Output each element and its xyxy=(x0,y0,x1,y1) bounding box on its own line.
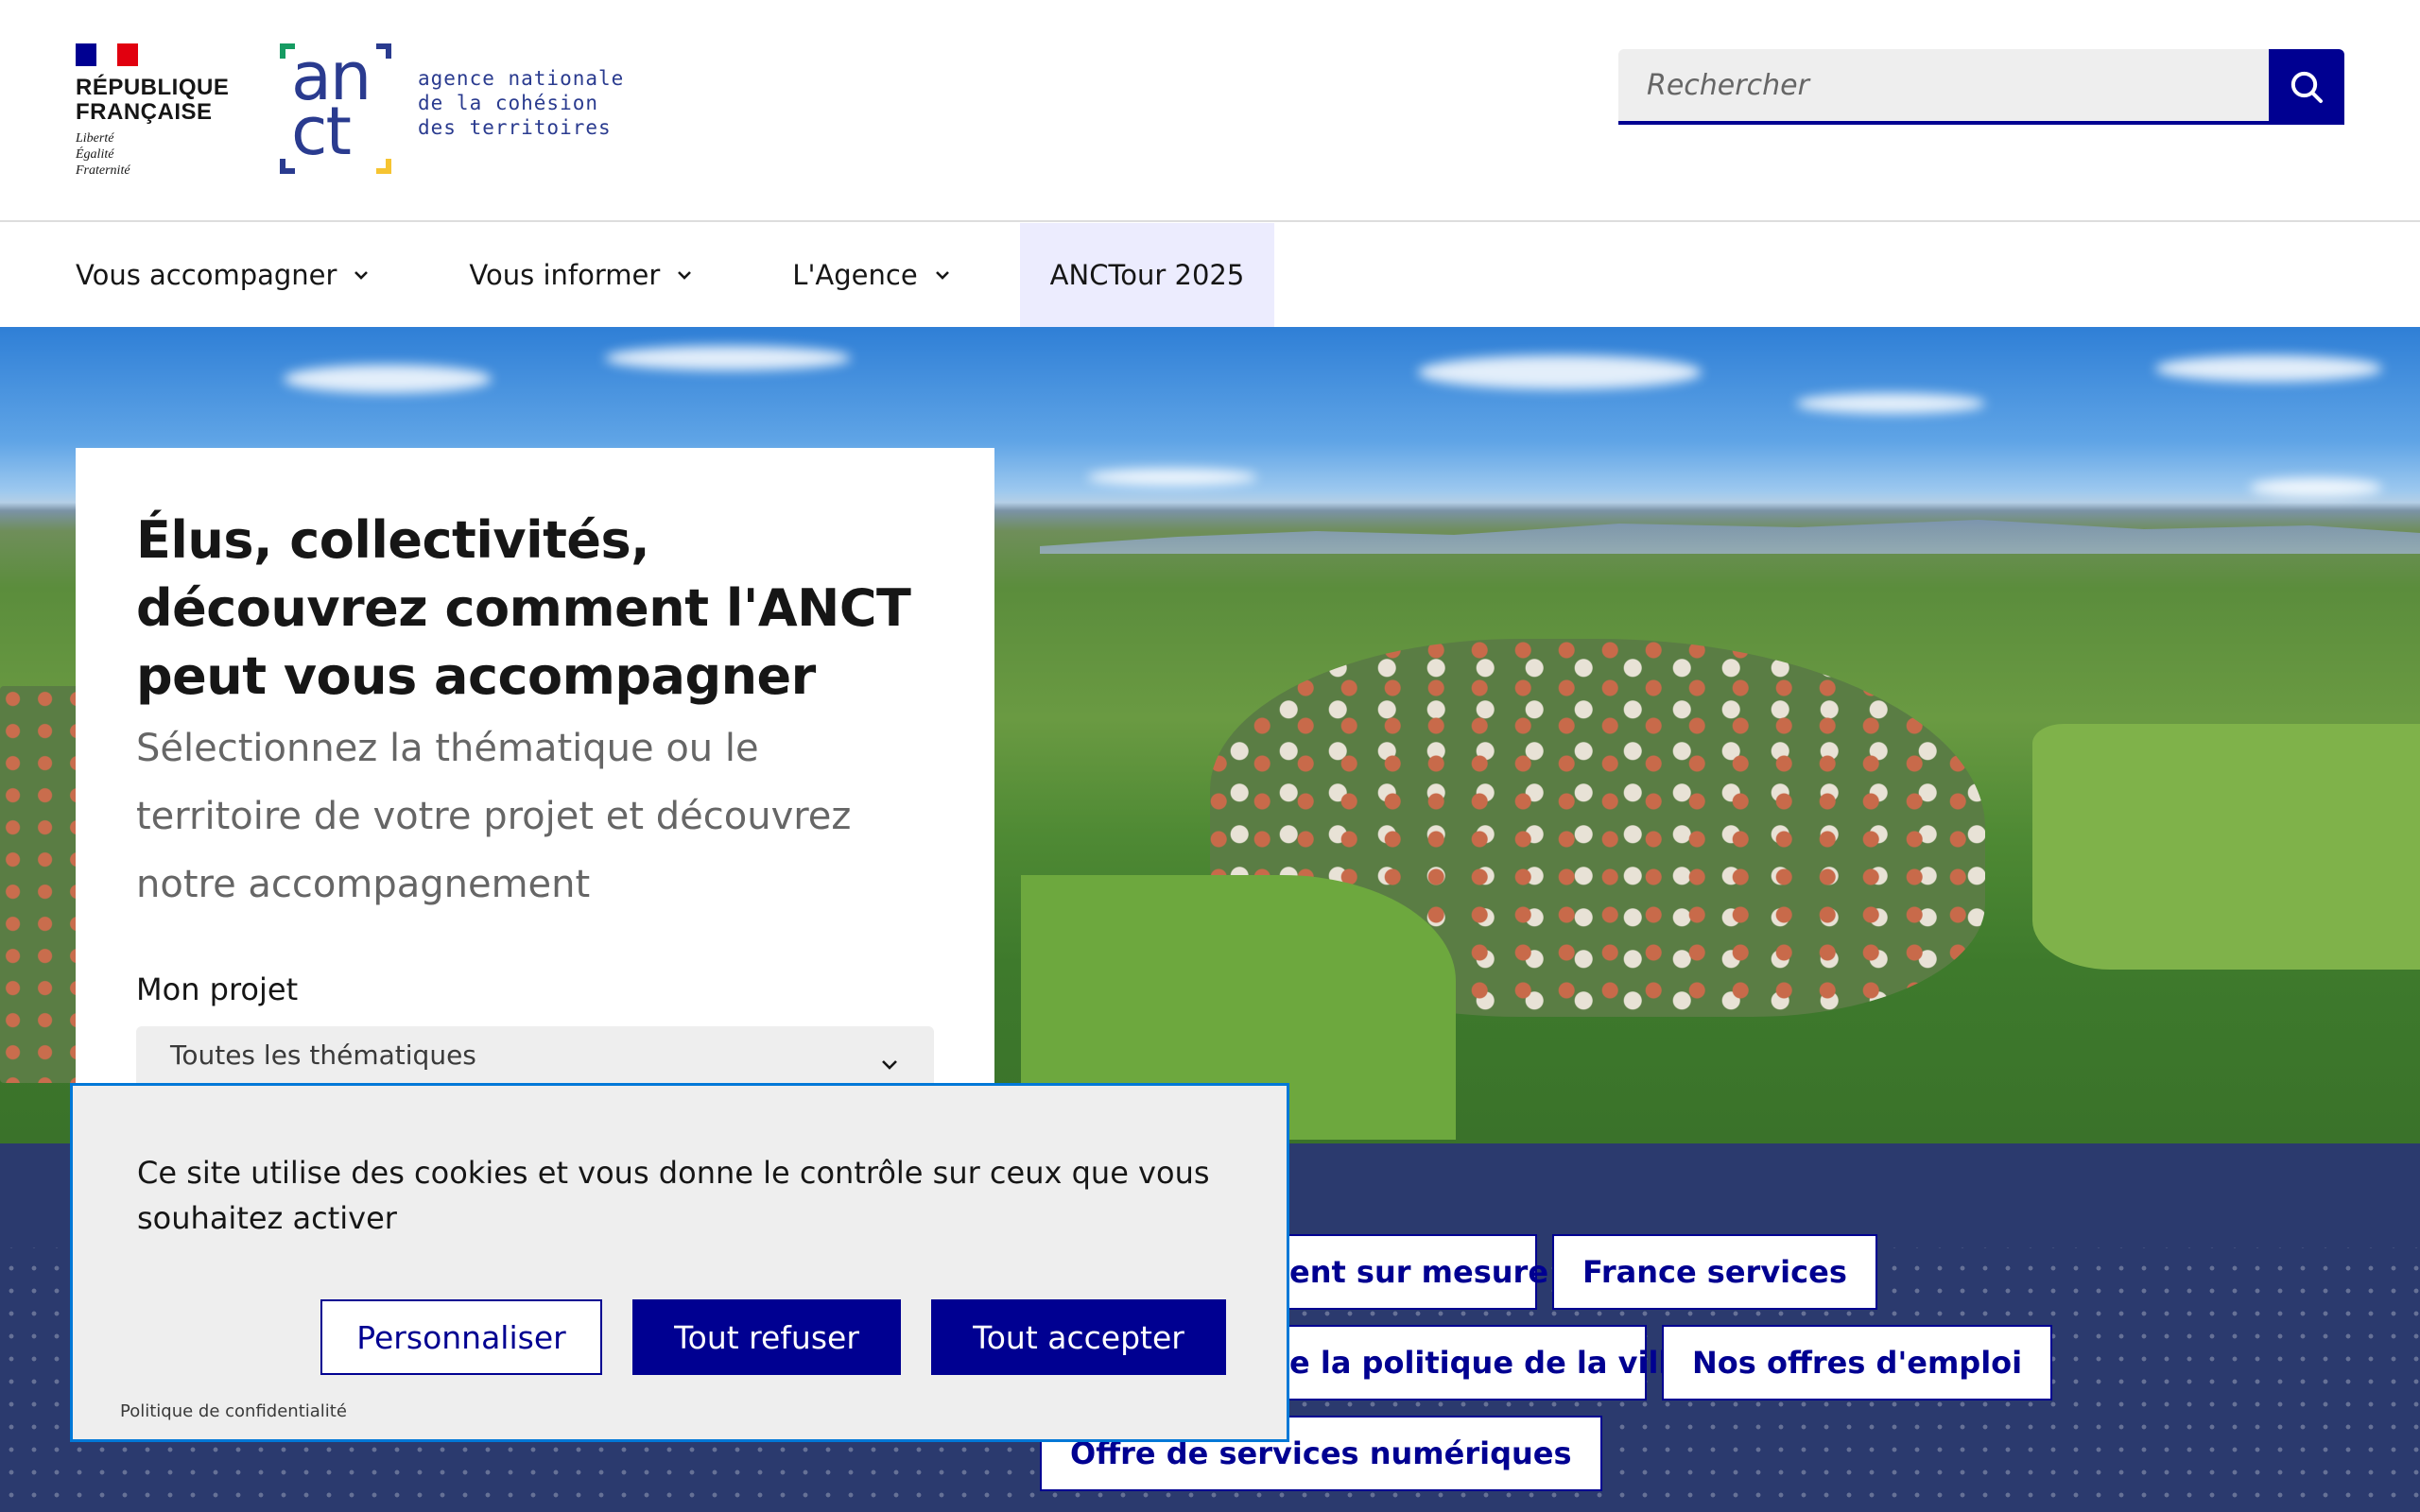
field xyxy=(2032,724,2420,970)
cloud xyxy=(1087,469,1257,486)
motto-liberte: Liberté xyxy=(76,131,114,146)
project-label: Mon projet xyxy=(136,971,299,1007)
cookie-actions: Personnaliser Tout refuser Tout accepter xyxy=(320,1299,1226,1375)
refuse-all-button[interactable]: Tout refuser xyxy=(632,1299,901,1375)
tag-offres-emploi[interactable]: Nos offres d'emploi xyxy=(1662,1325,2053,1400)
accept-all-button[interactable]: Tout accepter xyxy=(931,1299,1226,1375)
rf-motto: Liberté Égalité Fraternité xyxy=(76,130,227,179)
hero-subtitle: Sélectionnez la thématique ou le territo… xyxy=(136,727,852,906)
tag-politique-de-la-ville[interactable]: …e la politique de la ville xyxy=(1229,1325,1689,1400)
anct-tagline: agence nationale de la cohésion des terr… xyxy=(418,66,624,140)
chevron-down-icon xyxy=(933,268,952,282)
nav-item-vous-accompagner[interactable]: Vous accompagner xyxy=(45,223,401,327)
site-header: RÉPUBLIQUE FRANÇAISE Liberté Égalité Fra… xyxy=(0,0,2420,222)
tagline-line-3: des territoires xyxy=(418,116,612,139)
cloud xyxy=(1418,355,1702,389)
cloud xyxy=(1796,393,1985,414)
cloud xyxy=(2250,478,2382,497)
motto-fraternite: Fraternité xyxy=(76,163,130,178)
search-input[interactable] xyxy=(1618,49,2269,125)
nav-item-anctour-2025[interactable]: ANCTour 2025 xyxy=(1019,223,1275,327)
cloud xyxy=(2155,355,2382,382)
nav-item-label: L'Agence xyxy=(792,259,918,291)
nav-item-label: ANCTour 2025 xyxy=(1049,259,1245,291)
hero-title: Élus, collectivités, découvrez comment l… xyxy=(136,510,911,706)
motto-egalite: Égalité xyxy=(76,147,114,162)
privacy-policy-link[interactable]: Politique de confidentialité xyxy=(120,1401,347,1421)
french-flag-icon xyxy=(76,43,138,66)
tag-france-services[interactable]: France services xyxy=(1552,1234,1877,1310)
nav-item-label: Vous accompagner xyxy=(76,259,337,291)
tagline-line-2: de la cohésion xyxy=(418,92,599,114)
rf-line-2: FRANÇAISE xyxy=(76,99,213,125)
nav-item-label: Vous informer xyxy=(469,259,661,291)
cloud xyxy=(605,346,851,370)
anct-letters: an ct xyxy=(291,43,372,164)
rf-line-1: RÉPUBLIQUE xyxy=(76,75,230,100)
chevron-down-icon xyxy=(675,268,694,282)
tagline-line-1: agence nationale xyxy=(418,67,625,90)
nav-item-vous-informer[interactable]: Vous informer xyxy=(439,223,724,327)
customize-cookies-button[interactable]: Personnaliser xyxy=(320,1299,602,1375)
cookie-message: Ce site utilise des cookies et vous donn… xyxy=(137,1155,1210,1236)
search-bar xyxy=(1618,49,2344,125)
project-select-value: Toutes les thématiques xyxy=(170,1040,476,1071)
logo-corner-yellow xyxy=(376,159,391,174)
chevron-down-icon xyxy=(879,1047,900,1078)
republique-francaise-title: RÉPUBLIQUE FRANÇAISE xyxy=(76,75,230,125)
cloud xyxy=(284,365,492,393)
chevron-down-icon xyxy=(352,268,371,282)
nav-item-agence[interactable]: L'Agence xyxy=(762,223,981,327)
main-navigation: Vous accompagner Vous informer L'Agence … xyxy=(0,223,2420,327)
search-icon xyxy=(2290,71,2323,103)
village-left xyxy=(0,686,85,1083)
search-button[interactable] xyxy=(2269,49,2344,125)
republique-francaise-logo[interactable]: RÉPUBLIQUE FRANÇAISE Liberté Égalité Fra… xyxy=(76,43,230,185)
cookie-consent-dialog: Ce site utilise des cookies et vous donn… xyxy=(70,1083,1289,1442)
logo-corner-blue xyxy=(376,43,391,59)
distant-mountains xyxy=(1040,520,2420,554)
anct-logo[interactable]: an ct xyxy=(280,42,393,178)
